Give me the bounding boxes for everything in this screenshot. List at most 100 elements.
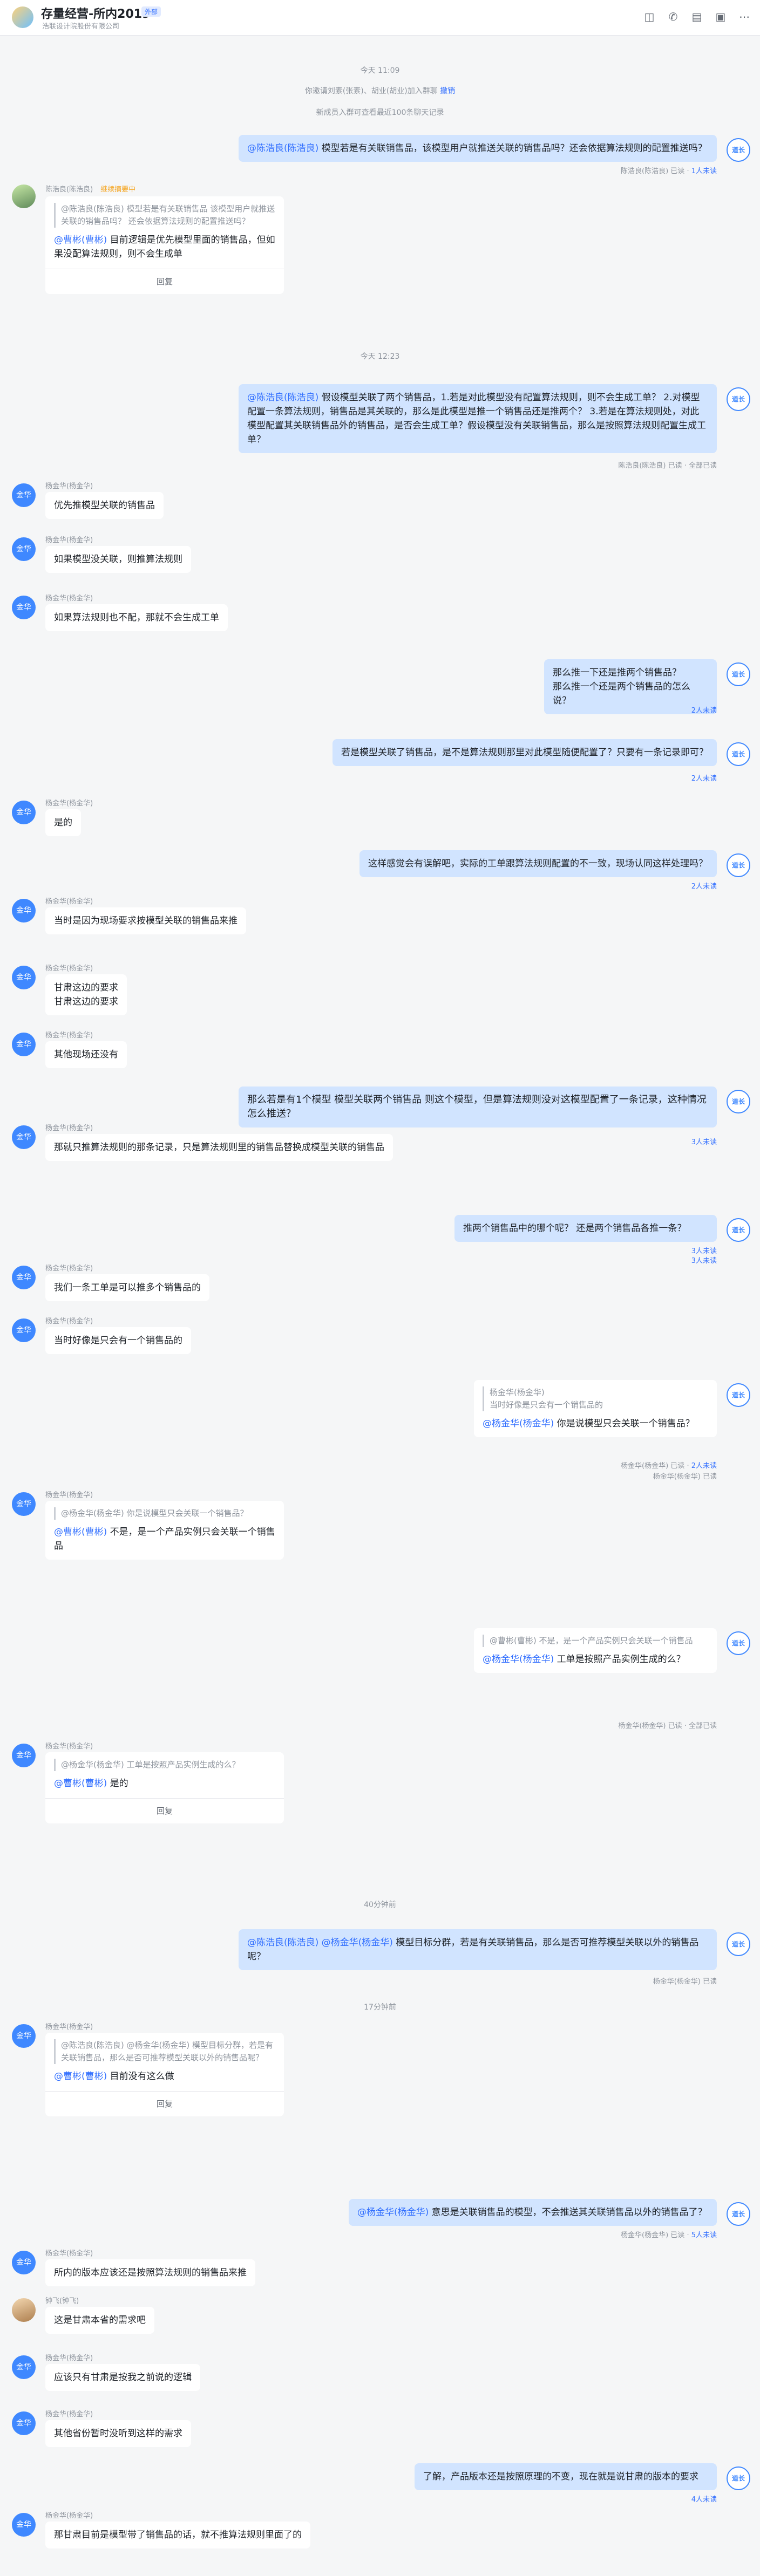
reply-button[interactable]: 回复 <box>45 269 284 294</box>
message-bubble[interactable]: @杨金华(杨金华) 工单是按照产品实例生成的么？ @曹彬(曹彬) 是的 回复 <box>45 1752 284 1823</box>
read-status[interactable]: 2人未读 <box>691 705 717 715</box>
read-status[interactable]: 3人未读 <box>691 1245 717 1255</box>
message-bubble[interactable]: 那么若是有1个模型 模型关联两个销售品 则这个模型，但是算法规则没对这模型配置了… <box>239 1087 717 1128</box>
mention[interactable]: @陈浩良(陈浩良) <box>247 143 318 154</box>
message-text: 当时是因为现场要求按模型关联的销售品来推 <box>54 915 238 926</box>
message-bubble[interactable]: 其他省份暂时没听到这样的需求 <box>45 2420 191 2447</box>
quoted-message[interactable]: @曹彬(曹彬) 不是，是一个产品实例只会关联一个销售品 <box>483 1635 708 1647</box>
message-bubble[interactable]: 这样感觉会有误解吧，实际的工单跟算法规则配置的不一致，现场认同这样处理吗？ <box>359 850 717 877</box>
doc-icon[interactable]: ▤ <box>690 10 704 24</box>
read-status[interactable]: 陈浩良(陈浩良) 已读 · 全部已读 <box>618 460 717 470</box>
avatar[interactable]: 道长 <box>727 742 750 766</box>
message-text: 甘肃这边的要求 <box>54 996 118 1007</box>
message-text: 其他现场还没有 <box>54 1049 118 1060</box>
avatar[interactable]: 道长 <box>727 853 750 877</box>
avatar[interactable]: 道长 <box>727 1090 750 1113</box>
message-bubble[interactable]: 所内的版本应该还是按照算法规则的销售品来推 <box>45 2259 255 2286</box>
avatar[interactable]: 金华 <box>12 899 36 923</box>
message-bubble[interactable]: @陈浩良(陈浩良) 模型若是有关联销售品，该模型用户就推送关联的销售品吗？还会依… <box>239 135 717 162</box>
phone-icon[interactable]: ✆ <box>666 10 680 24</box>
message-bubble[interactable]: 当时是因为现场要求按模型关联的销售品来推 <box>45 907 246 934</box>
read-status[interactable]: 杨金华(杨金华) 已读 · 5人未读 <box>621 2229 717 2239</box>
read-status[interactable]: 陈浩良(陈浩良) 已读 · 1人未读 <box>621 165 717 175</box>
sender-name: 杨金华(杨金华) <box>45 2354 93 2362</box>
avatar[interactable]: 道长 <box>727 662 750 686</box>
avatar[interactable]: 金华 <box>12 2355 36 2379</box>
folder-icon[interactable]: ▣ <box>714 10 728 24</box>
read-status[interactable]: 2人未读 <box>691 773 717 783</box>
message-bubble[interactable]: 应该只有甘肃是按我之前说的逻辑 <box>45 2364 200 2391</box>
quoted-message[interactable]: @杨金华(杨金华) 工单是按照产品实例生成的么？ <box>54 1759 275 1771</box>
avatar[interactable]: 金华 <box>12 1318 36 1342</box>
read-status[interactable]: 杨金华(杨金华) 已读 · 全部已读 <box>618 1720 717 1730</box>
message-bubble[interactable]: @陈浩良(陈浩良) @杨金华(杨金华) 模型目标分群，若是有关联销售品，那么是否… <box>45 2033 284 2116</box>
avatar[interactable]: 金华 <box>12 1033 36 1056</box>
message-bubble[interactable]: 甘肃这边的要求 甘肃这边的要求 <box>45 974 127 1015</box>
reply-button[interactable]: 回复 <box>45 2091 284 2116</box>
message-bubble[interactable]: 那就只推算法规则的那条记录，只是算法规则里的销售品替换成模型关联的销售品 <box>45 1134 393 1161</box>
avatar[interactable]: 金华 <box>12 2024 36 2048</box>
reply-button[interactable]: 回复 <box>45 1798 284 1823</box>
avatar[interactable] <box>12 2298 36 2322</box>
group-title[interactable]: 存量经营-所内2019 <box>41 4 150 22</box>
avatar[interactable]: 金华 <box>12 537 36 561</box>
avatar[interactable]: 金华 <box>12 596 36 619</box>
avatar[interactable]: 道长 <box>727 387 750 411</box>
read-status[interactable]: 杨金华(杨金华) 已读 <box>653 1976 717 1986</box>
message-text: 是的 <box>107 1778 128 1789</box>
quoted-message[interactable]: 杨金华(杨金华) 当时好像是只会有一个销售品的 <box>483 1386 708 1411</box>
avatar[interactable]: 金华 <box>12 801 36 824</box>
more-icon[interactable]: ⋯ <box>737 10 751 24</box>
read-status[interactable]: 3人未读 <box>691 1136 717 1146</box>
avatar[interactable]: 道长 <box>727 1383 750 1407</box>
avatar[interactable]: 金华 <box>12 483 36 507</box>
group-avatar[interactable] <box>12 6 33 28</box>
quoted-message[interactable]: @陈浩良(陈浩良) @杨金华(杨金华) 模型目标分群，若是有关联销售品，那么是否… <box>54 2039 275 2064</box>
avatar[interactable]: 道长 <box>727 138 750 162</box>
message-bubble[interactable]: 若是模型关联了销售品，是不是算法规则那里对此模型随便配置了？只要有一条记录即可？ <box>332 739 717 766</box>
undo-link[interactable]: 撤销 <box>440 87 455 95</box>
avatar[interactable]: 道长 <box>727 2202 750 2226</box>
avatar[interactable]: 金华 <box>12 1492 36 1516</box>
message-bubble[interactable]: 推两个销售品中的哪个呢？ 还是两个销售品各推一条？ <box>454 1215 717 1242</box>
quoted-message[interactable]: @杨金华(杨金华) 你是说模型只会关联一个销售品？ <box>54 1507 275 1520</box>
avatar[interactable]: 金华 <box>12 2513 36 2537</box>
avatar[interactable]: 金华 <box>12 1744 36 1767</box>
avatar[interactable]: 金华 <box>12 966 36 989</box>
message-bubble[interactable]: @陈浩良(陈浩良) 模型若是有关联销售品 该模型用户就推送关联的销售品吗？ 还会… <box>45 196 284 294</box>
message-bubble[interactable]: 杨金华(杨金华) 当时好像是只会有一个销售品的 @杨金华(杨金华) 你是说模型只会… <box>474 1380 717 1437</box>
message-bubble[interactable]: 我们一条工单是可以推多个销售品的 <box>45 1274 209 1301</box>
message-bubble[interactable]: @陈浩良(陈浩良) 假设模型关联了两个销售品，1.若是对此模型没有配置算法规则，… <box>239 384 717 453</box>
external-tag: 外部 <box>141 6 161 17</box>
read-status[interactable]: 杨金华(杨金华) 已读 · 2人未读 <box>621 1460 717 1470</box>
message-bubble[interactable]: 那甘肃目前是模型带了销售品的话，就不推算法规则里面了的 <box>45 2522 310 2548</box>
message-bubble[interactable]: 优先推模型关联的销售品 <box>45 492 164 519</box>
avatar[interactable]: 道长 <box>727 1218 750 1242</box>
avatar[interactable]: 金华 <box>12 1266 36 1289</box>
quoted-message[interactable]: @陈浩良(陈浩良) 模型若是有关联销售品 该模型用户就推送关联的销售品吗？ 还会… <box>54 203 275 228</box>
message-bubble[interactable]: 了解，产品版本还是按照原理的不变，现在就是说甘肃的版本的要求 <box>415 2463 717 2490</box>
avatar[interactable]: 道长 <box>727 1932 750 1956</box>
read-status[interactable]: 2人未读 <box>691 880 717 891</box>
message-bubble[interactable]: @杨金华(杨金华) 你是说模型只会关联一个销售品？ @曹彬(曹彬) 不是，是一个… <box>45 1501 284 1560</box>
message-bubble[interactable]: 如果模型没关联，则推算法规则 <box>45 546 191 573</box>
avatar[interactable]: 道长 <box>727 2466 750 2490</box>
video-call-icon[interactable]: ◫ <box>642 10 656 24</box>
avatar[interactable]: 金华 <box>12 2251 36 2274</box>
message-bubble[interactable]: 当时好像是只会有一个销售品的 <box>45 1327 191 1354</box>
read-status[interactable]: 3人未读 <box>691 1255 717 1265</box>
message-bubble[interactable]: 这是甘肃本省的需求吧 <box>45 2307 154 2334</box>
message-bubble[interactable]: @陈浩良(陈浩良) @杨金华(杨金华) 模型目标分群，若是有关联销售品，那么是否… <box>239 1929 717 1970</box>
message-bubble[interactable]: 其他现场还没有 <box>45 1041 127 1068</box>
message-bubble[interactable]: 如果算法规则也不配，那就不会生成工单 <box>45 604 228 631</box>
avatar[interactable]: 金华 <box>12 2411 36 2435</box>
read-status[interactable]: 4人未读 <box>691 2493 717 2504</box>
message-bubble[interactable]: @曹彬(曹彬) 不是，是一个产品实例只会关联一个销售品 @杨金华(杨金华) 工单… <box>474 1628 717 1673</box>
message-bubble[interactable]: 是的 <box>45 809 81 836</box>
sender-name: 杨金华(杨金华) <box>45 1317 93 1325</box>
read-status[interactable]: 杨金华(杨金华) 已读 <box>653 1471 717 1481</box>
message-bubble[interactable]: @杨金华(杨金华) 意思是关联销售品的模型，不会推送其关联销售品以外的销售品了？ <box>349 2199 717 2226</box>
avatar[interactable]: 道长 <box>727 1631 750 1655</box>
avatar[interactable] <box>12 185 36 208</box>
avatar[interactable]: 金华 <box>12 1125 36 1149</box>
